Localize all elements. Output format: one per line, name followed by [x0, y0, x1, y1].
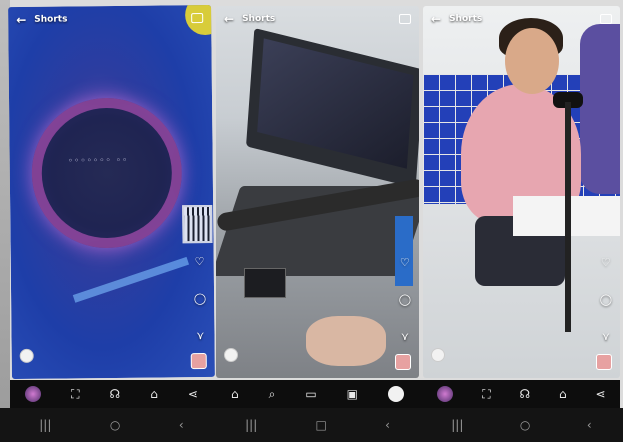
recents-icon[interactable]: |||: [245, 418, 257, 432]
home-circle-icon[interactable]: ○: [110, 418, 120, 432]
system-nav-panel-2: ||| □ ‹: [216, 408, 419, 442]
app-nav-bar: ⛶ ☊ ⌂ ⋖ ⌂ ⌕ ▭ ▣ ⛶ ☊ ⌂ ⋖: [10, 380, 620, 408]
person-head: [505, 28, 559, 94]
page-title: Shorts: [34, 14, 68, 25]
phone-panel-3: ← Shorts ♡ ◯ ⋎: [423, 6, 620, 378]
laptop-image: [246, 28, 419, 188]
remix-icon[interactable]: ⋎: [602, 330, 610, 343]
system-nav-panel-3: ||| ○ ‹: [423, 408, 620, 442]
system-nav-panel-1: ||| ○ ‹: [10, 408, 213, 442]
like-icon[interactable]: ♡: [601, 256, 611, 269]
app-nav-panel-2: ⌂ ⌕ ▭ ▣: [216, 380, 419, 408]
comment-icon[interactable]: ◯: [194, 292, 206, 305]
home-circle-icon[interactable]: ○: [520, 418, 530, 432]
album-icon[interactable]: [437, 386, 454, 402]
logo-text: ◦◦◦◦◦◦◦ ◦◦: [67, 155, 129, 167]
camera-icon[interactable]: [191, 13, 204, 24]
sound-thumbnail[interactable]: [190, 353, 207, 370]
back-chevron-icon[interactable]: ‹: [179, 418, 184, 432]
page-title: Shorts: [242, 14, 276, 24]
video-frame[interactable]: [216, 6, 419, 378]
subscriptions-icon[interactable]: ▭: [305, 387, 316, 401]
share-icon[interactable]: ⋖: [188, 387, 198, 401]
like-icon[interactable]: ♡: [400, 256, 410, 269]
avatar[interactable]: [224, 348, 238, 362]
back-chevron-icon[interactable]: ‹: [587, 418, 592, 432]
decorative-stripe: [72, 256, 190, 303]
page-title: Shorts: [449, 14, 483, 24]
video-frame[interactable]: ◦◦◦◦◦◦◦ ◦◦: [8, 4, 215, 380]
action-rail: ♡ ◯ ⋎: [193, 255, 206, 342]
top-bar: ← Shorts: [423, 6, 620, 32]
camera-icon[interactable]: [600, 14, 612, 24]
back-arrow-icon[interactable]: ←: [224, 12, 234, 26]
camera-icon[interactable]: [399, 14, 411, 24]
remix-icon[interactable]: ⋎: [196, 329, 204, 342]
share-icon[interactable]: ⋖: [596, 387, 606, 401]
comment-icon[interactable]: ◯: [399, 293, 411, 306]
top-bar: ← Shorts: [216, 6, 419, 32]
top-bar: ← Shorts: [8, 5, 211, 33]
logo-ring: [31, 97, 183, 249]
search-icon[interactable]: ⌕: [269, 387, 276, 402]
app-nav-panel-1: ⛶ ☊ ⌂ ⋖: [10, 380, 213, 408]
system-nav-bar: ||| ○ ‹ ||| □ ‹ ||| ○ ‹: [0, 408, 623, 442]
expand-icon[interactable]: ⛶: [482, 387, 490, 402]
home-icon[interactable]: ⌂: [150, 387, 158, 401]
action-rail: ♡ ◯ ⋎: [399, 256, 411, 343]
sound-thumbnail[interactable]: [596, 354, 612, 370]
sound-thumbnail[interactable]: [395, 354, 411, 370]
device-image: [244, 268, 286, 298]
channel-row[interactable]: [19, 347, 185, 363]
back-arrow-icon[interactable]: ←: [431, 12, 441, 26]
back-arrow-icon[interactable]: ←: [16, 13, 26, 27]
phone-panel-1: ◦◦◦◦◦◦◦ ◦◦ ← Shorts ♡ ◯ ⋎: [8, 4, 215, 380]
profile-icon[interactable]: [387, 386, 404, 402]
action-rail: ♡ ◯ ⋎: [600, 256, 612, 343]
home-icon[interactable]: ⌂: [231, 387, 239, 401]
album-icon[interactable]: [25, 386, 42, 402]
remix-icon[interactable]: ⋎: [401, 330, 409, 343]
video-info: [19, 347, 185, 371]
channel-row[interactable]: [431, 348, 590, 362]
comment-icon[interactable]: ◯: [600, 293, 612, 306]
home-circle-icon[interactable]: □: [315, 418, 326, 432]
video-frame[interactable]: [423, 6, 620, 378]
recents-icon[interactable]: |||: [451, 418, 463, 432]
library-icon[interactable]: ▣: [347, 387, 358, 401]
home-icon[interactable]: ⌂: [559, 387, 567, 401]
phone-panel-2: ← Shorts ♡ ◯ ⋎: [216, 6, 419, 378]
video-info: [431, 348, 590, 370]
recents-icon[interactable]: |||: [39, 418, 51, 432]
channel-row[interactable]: [224, 348, 389, 362]
avatar[interactable]: [19, 348, 34, 363]
headphones-icon[interactable]: ☊: [520, 387, 531, 401]
expand-icon[interactable]: ⛶: [71, 387, 79, 402]
avatar[interactable]: [431, 348, 445, 362]
back-chevron-icon[interactable]: ‹: [385, 418, 390, 432]
qr-code: [182, 204, 213, 244]
mic-stand-image: [565, 102, 571, 332]
screenshot-collage: ◦◦◦◦◦◦◦ ◦◦ ← Shorts ♡ ◯ ⋎ ← Shorts ♡ ◯ ⋎…: [0, 0, 623, 442]
second-person: [580, 24, 620, 194]
video-info: [224, 348, 389, 370]
headphones-icon[interactable]: ☊: [110, 387, 121, 401]
like-icon[interactable]: ♡: [195, 255, 205, 268]
app-nav-panel-3: ⛶ ☊ ⌂ ⋖: [423, 380, 620, 408]
